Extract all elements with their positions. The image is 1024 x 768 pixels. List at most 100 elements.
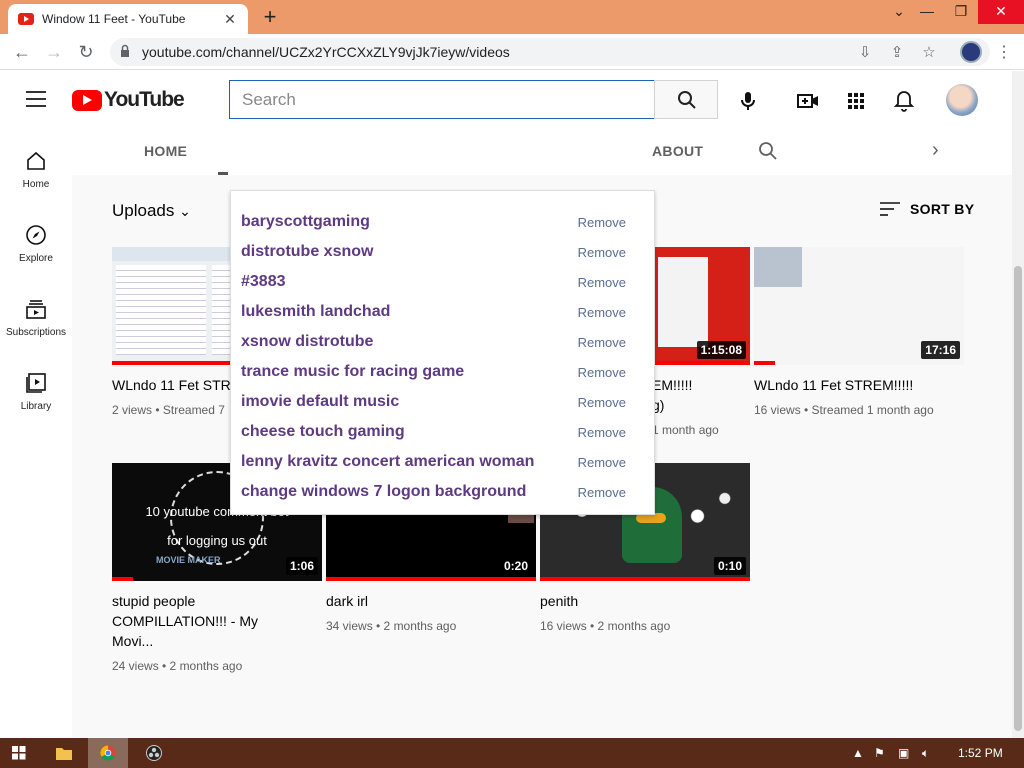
suggestion-query[interactable]: trance music for racing game <box>241 363 578 381</box>
volume-icon[interactable]: 🔈︎ <box>922 746 929 761</box>
chrome-icon <box>100 745 116 761</box>
taskbar-clock[interactable]: 1:52 PM <box>958 746 1003 760</box>
url-text: youtube.com/channel/UCZx2YrCCXxZLY9vjJk7… <box>142 44 510 60</box>
apps-grid-icon[interactable] <box>844 89 868 113</box>
suggestion-query[interactable]: lukesmith landchad <box>241 303 578 321</box>
watch-progress-bar <box>754 361 775 365</box>
taskbar-file-explorer[interactable] <box>44 738 84 768</box>
restore-button[interactable]: ❐ <box>944 0 978 24</box>
create-video-icon[interactable] <box>796 89 820 113</box>
remove-suggestion-link[interactable]: Remove <box>578 245 626 260</box>
video-thumbnail[interactable]: 17:16 <box>754 247 964 365</box>
video-title[interactable]: dark irl <box>326 591 536 611</box>
left-navigation: Home Explore Subscriptions Library <box>0 127 72 738</box>
address-bar[interactable]: youtube.com/channel/UCZx2YrCCXxZLY9vjJk7… <box>110 38 990 66</box>
suggestion-query[interactable]: #3883 <box>241 273 578 291</box>
taskbar-obs[interactable] <box>134 738 174 768</box>
nav-item-library[interactable]: Library <box>0 371 72 412</box>
watch-progress-bar <box>326 577 536 581</box>
youtube-favicon-icon <box>18 13 34 25</box>
windows-start-icon[interactable] <box>12 746 26 760</box>
browser-profile-avatar[interactable] <box>960 41 982 63</box>
nav-item-home[interactable]: Home <box>0 149 72 190</box>
search-suggestion-item[interactable]: lukesmith landchad Remove <box>231 297 654 327</box>
video-metadata: 34 views • 2 months ago <box>326 619 457 633</box>
share-icon[interactable]: ⇪ <box>888 44 906 62</box>
search-button[interactable] <box>654 80 718 119</box>
search-suggestion-item[interactable]: baryscottgaming Remove <box>231 207 654 237</box>
remove-suggestion-link[interactable]: Remove <box>578 215 626 230</box>
suggestion-query[interactable]: distrotube xsnow <box>241 243 578 261</box>
network-icon[interactable]: ▣ <box>898 746 909 760</box>
video-title[interactable]: WLndo 11 Fet STREM!!!!! <box>754 375 964 395</box>
remove-suggestion-link[interactable]: Remove <box>578 455 626 470</box>
nav-item-subscriptions[interactable]: Subscriptions <box>0 297 72 338</box>
microphone-icon[interactable] <box>736 89 760 113</box>
search-suggestion-item[interactable]: trance music for racing game Remove <box>231 357 654 387</box>
back-arrow-icon[interactable]: ← <box>10 40 34 64</box>
page-scrollbar[interactable] <box>1012 71 1024 738</box>
browser-menu-icon[interactable]: ⋮ <box>996 42 1012 62</box>
suggestion-query[interactable]: lenny kravitz concert american woman <box>241 453 578 471</box>
compass-icon <box>26 225 46 245</box>
video-card[interactable]: 17:16 WLndo 11 Fet STREM!!!!! 16 views •… <box>754 247 964 417</box>
remove-suggestion-link[interactable]: Remove <box>578 335 626 350</box>
install-app-icon[interactable]: ⇩ <box>856 44 874 62</box>
suggestion-query[interactable]: cheese touch gaming <box>241 423 578 441</box>
minimize-button[interactable]: — <box>910 0 944 24</box>
search-box[interactable] <box>229 80 655 119</box>
sort-by-button[interactable]: SORT BY <box>880 201 974 217</box>
remove-suggestion-link[interactable]: Remove <box>578 425 626 440</box>
search-suggestion-item[interactable]: change windows 7 logon background Remove <box>231 477 654 507</box>
suggestion-query[interactable]: xsnow distrotube <box>241 333 578 351</box>
youtube-logo[interactable]: YouTube <box>72 88 185 112</box>
channel-search-icon[interactable] <box>758 141 778 161</box>
search-suggestion-item[interactable]: distrotube xsnow Remove <box>231 237 654 267</box>
search-suggestion-item[interactable]: imovie default music Remove <box>231 387 654 417</box>
new-tab-button[interactable]: + <box>258 4 282 30</box>
search-suggestion-item[interactable]: xsnow distrotube Remove <box>231 327 654 357</box>
search-suggestion-item[interactable]: #3883 Remove <box>231 267 654 297</box>
tab-about[interactable]: ABOUT <box>652 143 703 159</box>
video-title[interactable]: stupid people COMPILLATION!!! - My Movi.… <box>112 591 302 651</box>
active-tab-underline <box>218 172 228 175</box>
scrollbar-thumb[interactable] <box>1014 266 1022 731</box>
tab-close-icon[interactable]: ✕ <box>222 11 238 28</box>
hamburger-menu-icon[interactable] <box>26 91 46 107</box>
reload-icon[interactable]: ↻ <box>74 40 98 64</box>
browser-tab-active[interactable]: Window 11 Feet - YouTube ✕ <box>8 4 248 34</box>
nav-label-explore: Explore <box>19 253 53 264</box>
channel-tabs: HOME ABOUT › <box>72 127 1012 175</box>
notifications-bell-icon[interactable] <box>892 89 916 113</box>
search-input[interactable] <box>230 81 654 118</box>
taskbar-chrome[interactable] <box>88 738 128 768</box>
tray-overflow-chevron-icon[interactable]: ▲ <box>852 746 864 760</box>
suggestion-query[interactable]: baryscottgaming <box>241 213 578 231</box>
tab-home[interactable]: HOME <box>144 143 187 159</box>
remove-suggestion-link[interactable]: Remove <box>578 365 626 380</box>
suggestion-query[interactable]: change windows 7 logon background <box>241 483 578 501</box>
video-title[interactable]: penith <box>540 591 750 611</box>
nav-label-library: Library <box>20 401 52 412</box>
remove-suggestion-link[interactable]: Remove <box>578 485 626 500</box>
library-icon <box>26 373 46 393</box>
nav-item-explore[interactable]: Explore <box>0 223 72 264</box>
obs-icon <box>146 745 162 761</box>
user-avatar[interactable] <box>946 84 978 116</box>
remove-suggestion-link[interactable]: Remove <box>578 395 626 410</box>
tab-title: Window 11 Feet - YouTube <box>42 12 186 26</box>
search-suggestion-item[interactable]: lenny kravitz concert american woman Remo… <box>231 447 654 477</box>
remove-suggestion-link[interactable]: Remove <box>578 305 626 320</box>
search-suggestion-item[interactable]: cheese touch gaming Remove <box>231 417 654 447</box>
watch-progress-bar <box>540 577 750 581</box>
tray-flag-icon[interactable]: ⚑ <box>874 746 885 760</box>
suggestion-query[interactable]: imovie default music <box>241 393 578 411</box>
remove-suggestion-link[interactable]: Remove <box>578 275 626 290</box>
forward-arrow-icon[interactable]: → <box>42 40 66 64</box>
tabs-scroll-right-chevron-icon[interactable]: › <box>932 139 939 162</box>
close-window-button[interactable]: ✕ <box>978 0 1024 24</box>
home-icon <box>27 151 45 170</box>
uploads-label: Uploads <box>112 201 175 220</box>
uploads-dropdown[interactable]: Uploads ⌄ <box>112 201 191 221</box>
bookmark-star-icon[interactable]: ☆ <box>920 44 938 62</box>
